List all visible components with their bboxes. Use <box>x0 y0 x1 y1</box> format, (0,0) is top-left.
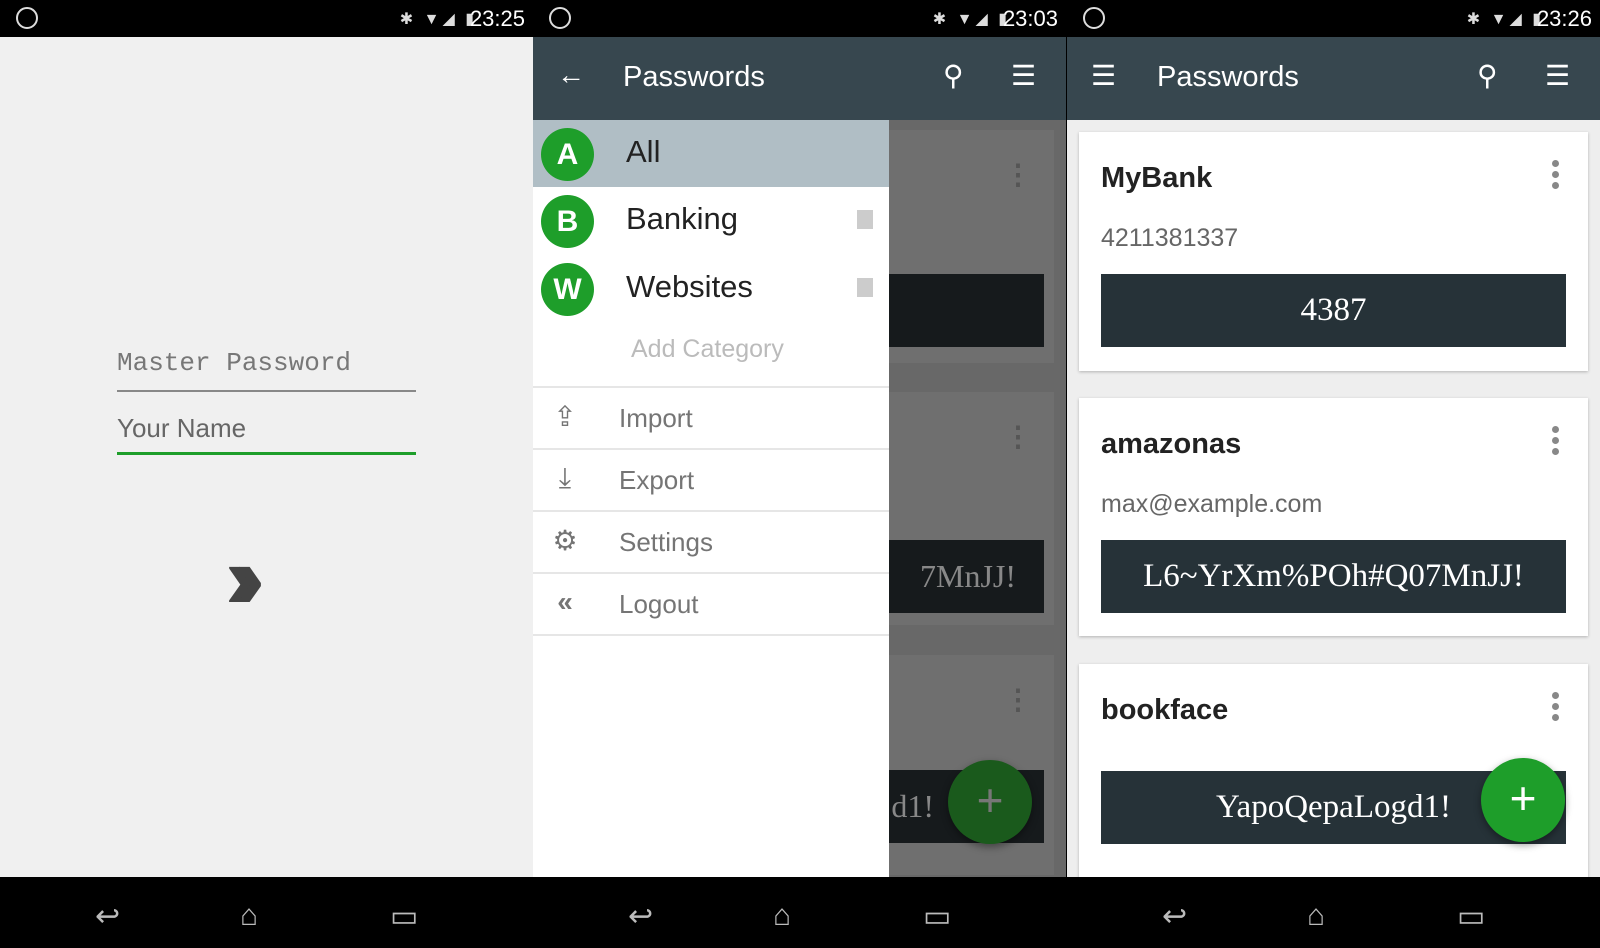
recents-icon[interactable]: ▭ <box>390 899 418 934</box>
toolbar-title: Passwords <box>623 61 765 93</box>
password-field[interactable]: 4387 <box>1101 274 1566 347</box>
menu-icon[interactable]: ☰ <box>1091 59 1116 92</box>
category-label: Banking <box>626 201 739 236</box>
more-icon[interactable] <box>1552 692 1560 725</box>
more-icon: ⋮ <box>1004 159 1032 190</box>
nav-bar: ↩ ⌂ ▭ <box>533 877 1066 948</box>
alarm-icon <box>1083 7 1105 29</box>
entry-username: max@example.com <box>1101 490 1323 518</box>
toolbar: ← Passwords ⚲ ☰ <box>533 37 1066 120</box>
menu-import[interactable]: ⇪ Import <box>533 386 889 448</box>
menu-logout[interactable]: « Logout <box>533 572 889 636</box>
signal-icons: ✱ ▼◢ ▮ <box>1466 11 1544 28</box>
menu-export[interactable]: ⤓ Export <box>533 448 889 510</box>
home-icon[interactable]: ⌂ <box>1307 899 1325 933</box>
more-icon: ⋮ <box>1004 684 1032 715</box>
toolbar: ☰ Passwords ⚲ ☰ <box>1067 37 1600 120</box>
name-input[interactable]: Your Name <box>117 405 416 455</box>
add-fab[interactable]: + <box>1481 758 1565 842</box>
recents-icon[interactable]: ▭ <box>1457 899 1485 934</box>
sort-icon[interactable]: ☰ <box>1545 59 1570 92</box>
recents-icon[interactable]: ▭ <box>923 899 951 934</box>
menu-label: Logout <box>619 589 699 619</box>
trash-icon[interactable] <box>857 275 873 297</box>
menu-label: Export <box>619 465 695 495</box>
navigation-drawer: A All B Banking W Websites Add Category … <box>533 120 889 877</box>
nav-bar: ↩ ⌂ ▭ <box>1067 877 1600 948</box>
back-icon[interactable]: ↩ <box>628 899 653 934</box>
status-time: 23:03 <box>1002 6 1058 31</box>
drawer-screen: ✱ ▼◢ ▮ 23:03 ← Passwords ⚲ ☰ ⋮ ⋮ 7MnJJ! … <box>533 0 1066 948</box>
home-icon[interactable]: ⌂ <box>773 899 791 933</box>
password-card[interactable]: amazonas max@example.com L6~YrXm%POh#Q07… <box>1079 398 1588 636</box>
alarm-icon <box>16 7 38 29</box>
signal-icons: ✱ ▼◢ ▮ <box>399 11 477 28</box>
login-screen: ✱ ▼◢ ▮ 23:25 Master Password Your Name ›… <box>0 0 533 948</box>
upload-icon: ⇪ <box>553 401 577 432</box>
dimmed-list[interactable]: ⋮ ⋮ 7MnJJ! ⋮ d1! + <box>889 120 1066 877</box>
more-icon[interactable] <box>1552 426 1560 459</box>
home-icon[interactable]: ⌂ <box>240 899 258 933</box>
add-category-button[interactable]: Add Category <box>631 335 784 364</box>
menu-label: Settings <box>619 527 713 557</box>
search-icon[interactable]: ⚲ <box>1477 59 1498 92</box>
signal-icons: ✱ ▼◢ ▮ <box>932 11 1010 28</box>
category-label: Websites <box>626 269 753 304</box>
back-icon[interactable]: ↩ <box>95 899 120 934</box>
avatar: A <box>541 128 594 181</box>
category-all[interactable]: A All <box>533 120 889 187</box>
password-field: 7MnJJ! <box>889 540 1044 613</box>
more-icon[interactable] <box>1552 160 1560 193</box>
search-icon[interactable]: ⚲ <box>943 59 964 92</box>
back-icon[interactable]: ↩ <box>1162 899 1187 934</box>
category-websites[interactable]: W Websites <box>533 255 889 322</box>
master-password-input[interactable]: Master Password <box>117 342 416 392</box>
category-banking[interactable]: B Banking <box>533 187 889 254</box>
status-bar: ✱ ▼◢ ▮ 23:25 <box>0 0 533 37</box>
menu-settings[interactable]: ⚙ Settings <box>533 510 889 572</box>
more-icon: ⋮ <box>1004 421 1032 452</box>
nav-bar: ↩ ⌂ ▭ <box>0 877 533 948</box>
entry-username: 4211381337 <box>1101 224 1239 252</box>
download-icon: ⤓ <box>558 462 572 493</box>
menu-label: Import <box>619 403 693 433</box>
entry-name: bookface <box>1101 694 1229 726</box>
entry-name: amazonas <box>1101 428 1242 460</box>
status-time: 23:26 <box>1536 6 1592 31</box>
category-label: All <box>626 134 661 169</box>
alarm-icon <box>549 7 571 29</box>
double-chevron-left-icon: « <box>557 586 573 617</box>
toolbar-title: Passwords <box>1157 61 1299 93</box>
avatar: B <box>541 195 594 248</box>
password-field[interactable]: L6~YrXm%POh#Q07MnJJ! <box>1101 540 1566 613</box>
sort-icon[interactable]: ☰ <box>1011 59 1036 92</box>
entry-name: MyBank <box>1101 162 1213 194</box>
password-list-screen: ✱ ▼◢ ▮ 23:26 ☰ Passwords ⚲ ☰ MyBank 4211… <box>1067 0 1600 948</box>
back-arrow-icon[interactable]: ← <box>557 59 585 91</box>
avatar: W <box>541 263 594 316</box>
add-fab: + <box>948 760 1032 844</box>
status-bar: ✱ ▼◢ ▮ 23:03 <box>533 0 1066 37</box>
gear-icon: ⚙ <box>552 525 578 556</box>
trash-icon[interactable] <box>857 207 873 229</box>
double-chevron-right-icon[interactable]: ›› <box>225 527 265 630</box>
status-time: 23:25 <box>469 6 525 31</box>
status-bar: ✱ ▼◢ ▮ 23:26 <box>1067 0 1600 37</box>
password-card[interactable]: MyBank 4211381337 4387 <box>1079 132 1588 371</box>
